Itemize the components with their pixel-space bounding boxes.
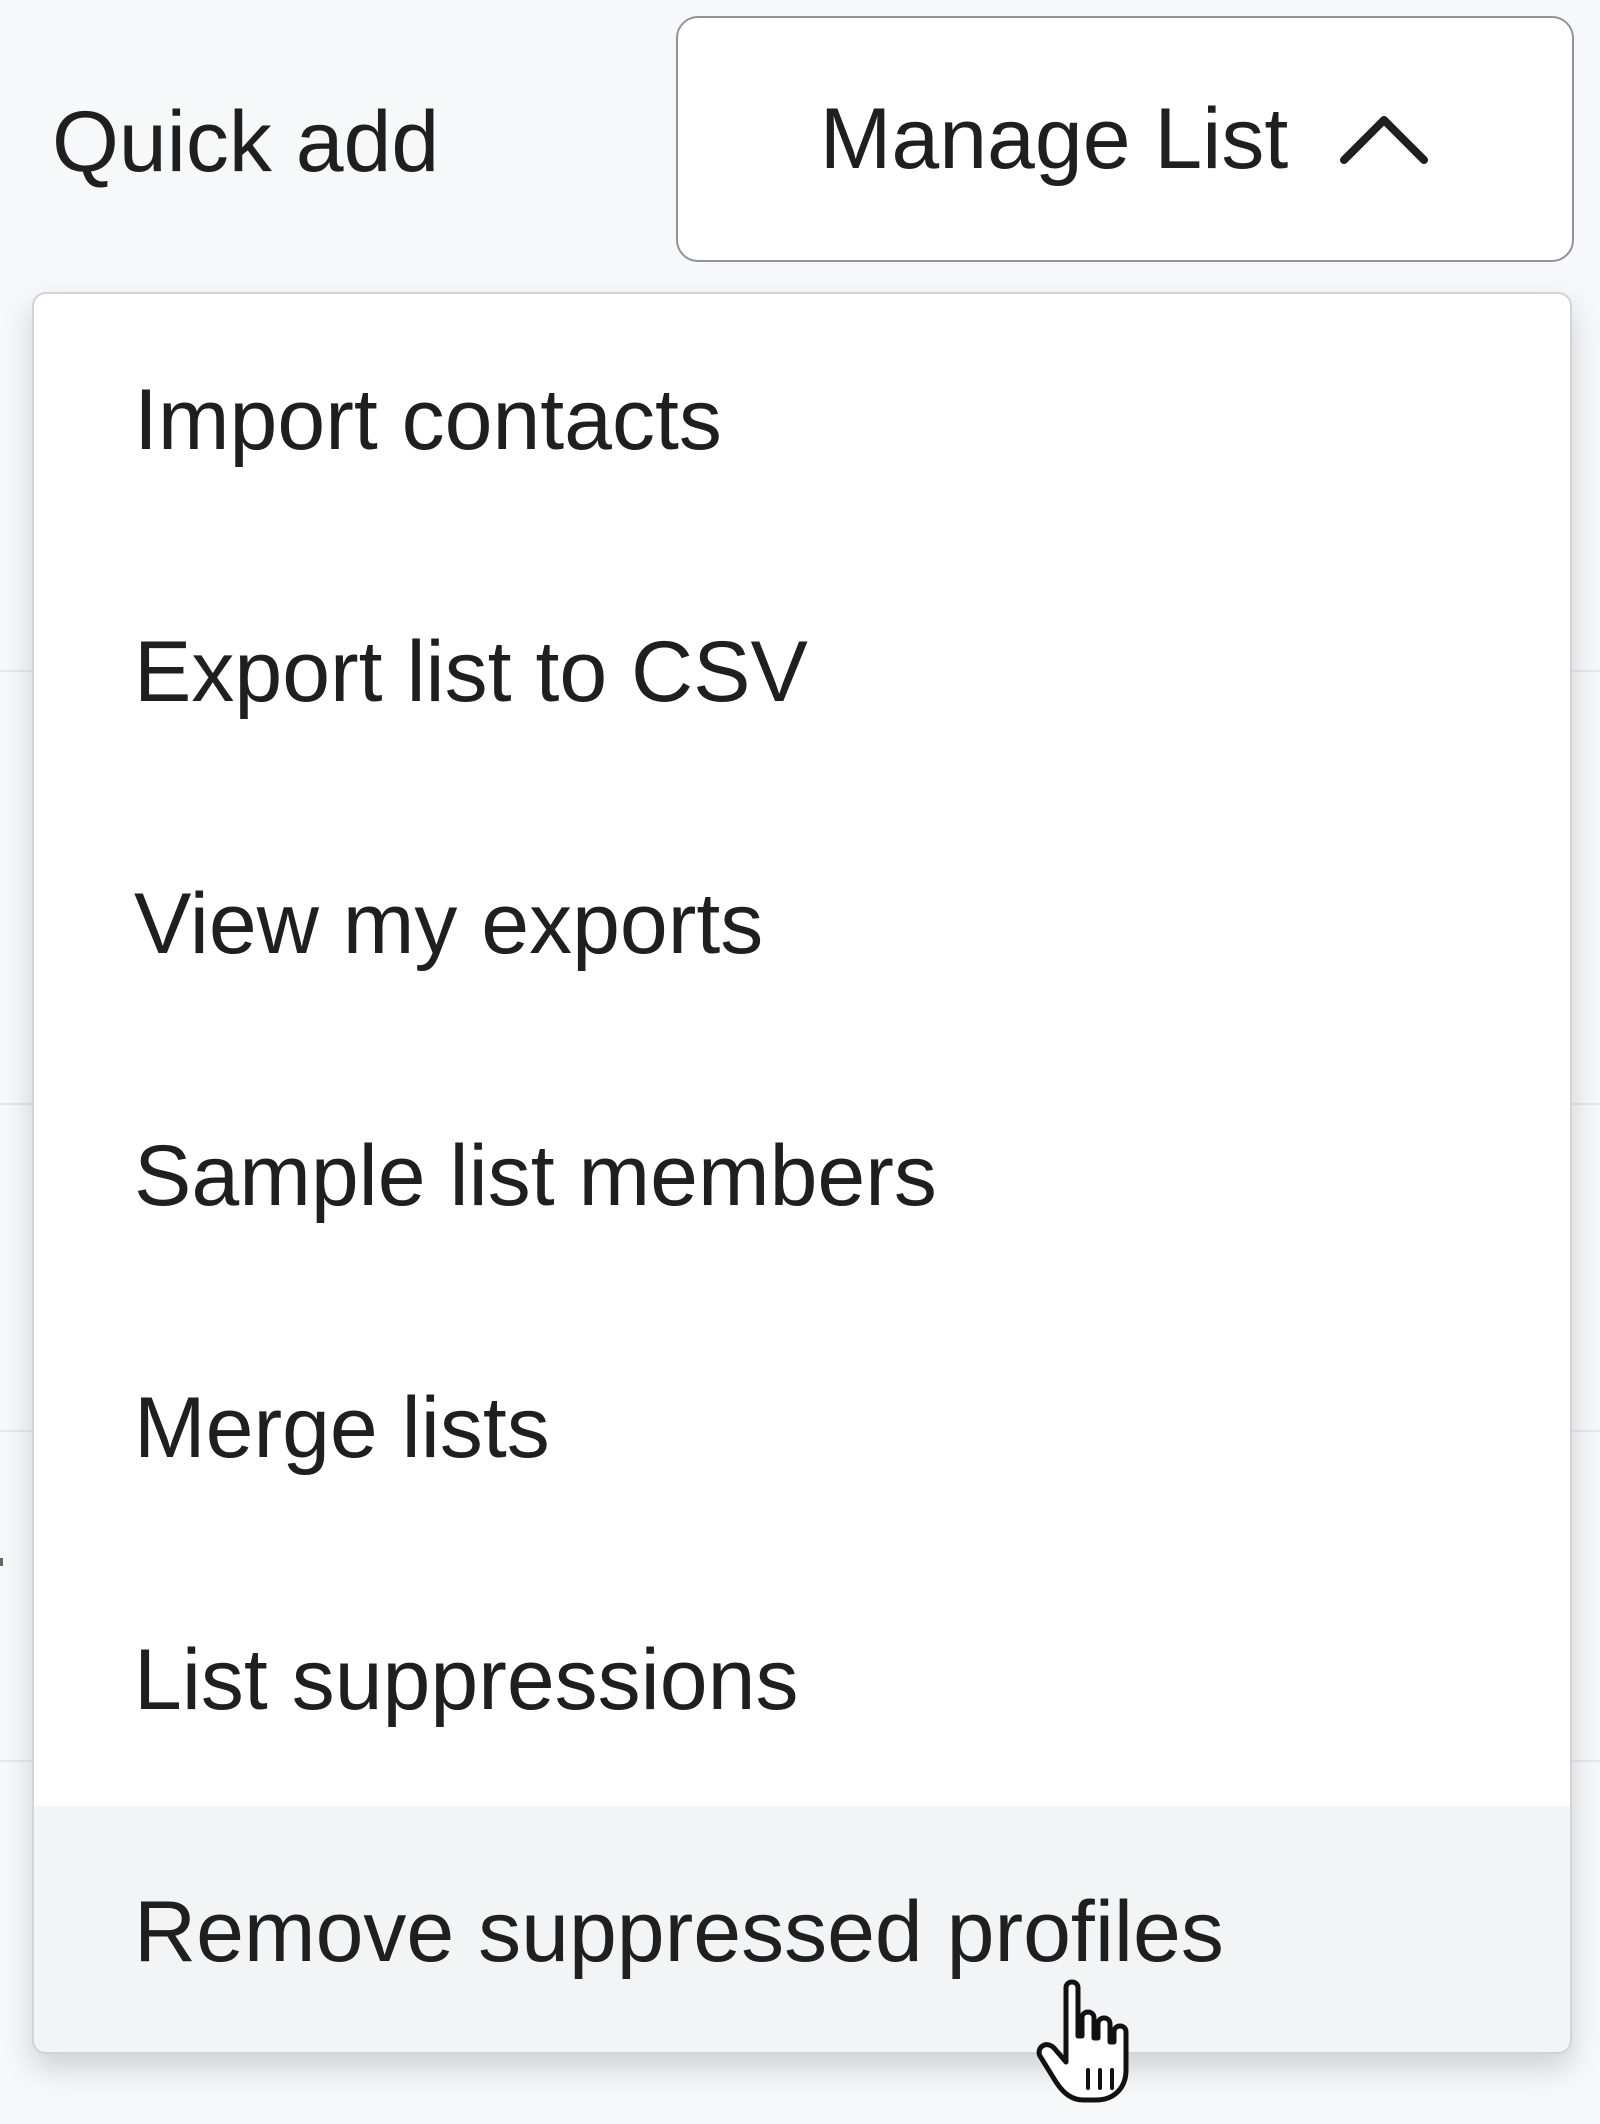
menu-item-import-contacts[interactable]: Import contacts — [34, 294, 1570, 546]
manage-list-button[interactable]: Manage List — [676, 16, 1574, 262]
menu-item-remove-suppressed-profiles[interactable]: Remove suppressed profiles — [34, 1806, 1570, 2052]
manage-list-label: Manage List — [819, 91, 1289, 187]
hand-pointer-icon — [1036, 1979, 1129, 2103]
menu-item-export-list-to-csv[interactable]: Export list to CSV — [34, 546, 1570, 798]
menu-item-merge-lists[interactable]: Merge lists — [34, 1302, 1570, 1554]
table-cell-fragment — [0, 1558, 3, 1566]
menu-item-sample-list-members[interactable]: Sample list members — [34, 1050, 1570, 1302]
quick-add-button[interactable]: Quick add — [52, 88, 439, 196]
chevron-up-icon — [1340, 116, 1429, 164]
manage-list-dropdown-menu: Import contacts Export list to CSV View … — [32, 292, 1572, 2054]
menu-item-view-my-exports[interactable]: View my exports — [34, 798, 1570, 1050]
menu-item-list-suppressions[interactable]: List suppressions — [34, 1554, 1570, 1806]
